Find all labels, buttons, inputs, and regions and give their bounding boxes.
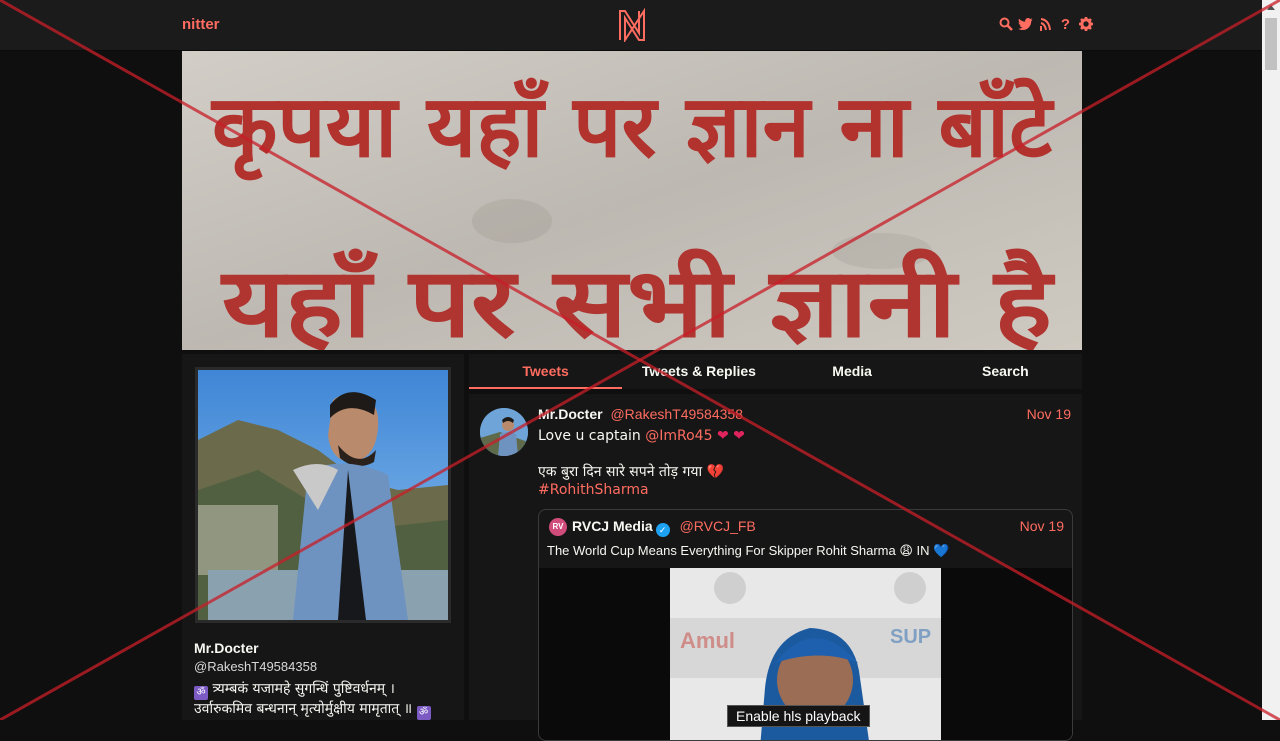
profile-tabs: Tweets Tweets & Replies Media Search (469, 354, 1082, 389)
profile-card: Mr.Docter @RakeshT49584358 ॐ त्र्यम्बकं … (182, 354, 464, 720)
scroll-up-arrow-icon[interactable] (1267, 5, 1275, 10)
rss-icon[interactable] (1038, 15, 1053, 33)
quote-date[interactable]: Nov 19 (1020, 518, 1064, 534)
tweet-content: Love u captain @ImRo45 ❤ ❤ एक बुरा दिन स… (538, 427, 1068, 499)
om-icon: ॐ (194, 686, 208, 700)
svg-text:Amul: Amul (680, 628, 735, 653)
banner-text-line1: कृपया यहाँ पर ज्ञान ना बाँटे (210, 77, 1055, 181)
quote-header: RVCJ Media ✓ @RVCJ_FB (572, 518, 756, 537)
quote-fullname[interactable]: RVCJ Media (572, 518, 653, 534)
tab-media[interactable]: Media (776, 354, 929, 389)
verified-badge-icon: ✓ (655, 523, 670, 537)
bio-line2: उर्वारुकमिव बन्धनान् मृत्योर्मुक्षीय माम… (194, 701, 413, 717)
om-icon: ॐ (416, 706, 431, 720)
tweet-text: Love u captain (538, 428, 641, 444)
nav-icons: ? (998, 15, 1093, 33)
profile-bio: ॐ त्र्यम्बकं यजामहे सुगन्धिं पुष्टिवर्धन… (194, 680, 462, 720)
tab-search[interactable]: Search (929, 354, 1082, 389)
quote-text-emoji: 😩 IN 💙 (899, 543, 950, 558)
tweet-mention[interactable]: @ImRo45 (645, 428, 712, 444)
bio-line1: त्र्यम्बकं यजामहे सुगन्धिं पुष्टिवर्धनम्… (212, 681, 395, 697)
scrollbar[interactable] (1262, 0, 1280, 720)
brand-link[interactable]: nitter (182, 16, 220, 33)
quote-text: The World Cup Means Everything For Skipp… (547, 543, 949, 559)
tweet-header: Mr.Docter @RakeshT49584358 (538, 406, 743, 422)
profile-handle[interactable]: @RakeshT49584358 (194, 659, 317, 674)
banner-image: कृपया यहाँ पर ज्ञान ना बाँटे यहाँ पर सभी… (182, 51, 1082, 350)
tweet-fullname[interactable]: Mr.Docter (538, 406, 603, 422)
quote-video: Amul SUP Enable hls playback (539, 568, 1072, 740)
heart-emoji: ❤ ❤ (716, 428, 745, 444)
quoted-tweet[interactable]: RV RVCJ Media ✓ @RVCJ_FB Nov 19 The World… (538, 509, 1073, 741)
quote-text-main: The World Cup Means Everything For Skipp… (547, 543, 896, 558)
help-icon[interactable]: ? (1058, 15, 1073, 33)
tweet-avatar[interactable] (480, 408, 528, 456)
timeline: Mr.Docter @RakeshT49584358 Nov 19 Love u… (469, 394, 1082, 741)
twitter-bird-icon[interactable] (1018, 15, 1033, 33)
tab-tweets-replies[interactable]: Tweets & Replies (622, 354, 775, 389)
nitter-logo-icon[interactable] (616, 8, 648, 42)
gear-icon[interactable] (1078, 15, 1093, 33)
tab-tweets[interactable]: Tweets (469, 354, 623, 389)
profile-avatar[interactable] (198, 370, 448, 620)
banner-text-line2: यहाँ पर सभी ज्ञानी है (220, 247, 1056, 350)
tweet-username[interactable]: @RakeshT49584358 (610, 406, 743, 422)
navbar: nitter ? (0, 0, 1262, 51)
svg-text:SUP: SUP (890, 626, 931, 648)
quote-avatar[interactable]: RV (549, 518, 567, 536)
quote-username[interactable]: @RVCJ_FB (680, 518, 756, 534)
enable-hls-button[interactable]: Enable hls playback (727, 705, 870, 727)
scroll-thumb[interactable] (1265, 18, 1277, 70)
tweet-date[interactable]: Nov 19 (1027, 406, 1071, 422)
profile-name[interactable]: Mr.Docter (194, 640, 259, 656)
profile-avatar-frame (195, 367, 451, 623)
tweet-text-line2: एक बुरा दिन सारे सपने तोड़ गया (538, 464, 703, 480)
tweet-hashtag[interactable]: #RohithSharma (538, 482, 649, 498)
broken-heart-emoji: 💔 (706, 464, 724, 480)
profile-banner[interactable]: कृपया यहाँ पर ज्ञान ना बाँटे यहाँ पर सभी… (182, 51, 1082, 350)
search-icon[interactable] (998, 15, 1013, 33)
